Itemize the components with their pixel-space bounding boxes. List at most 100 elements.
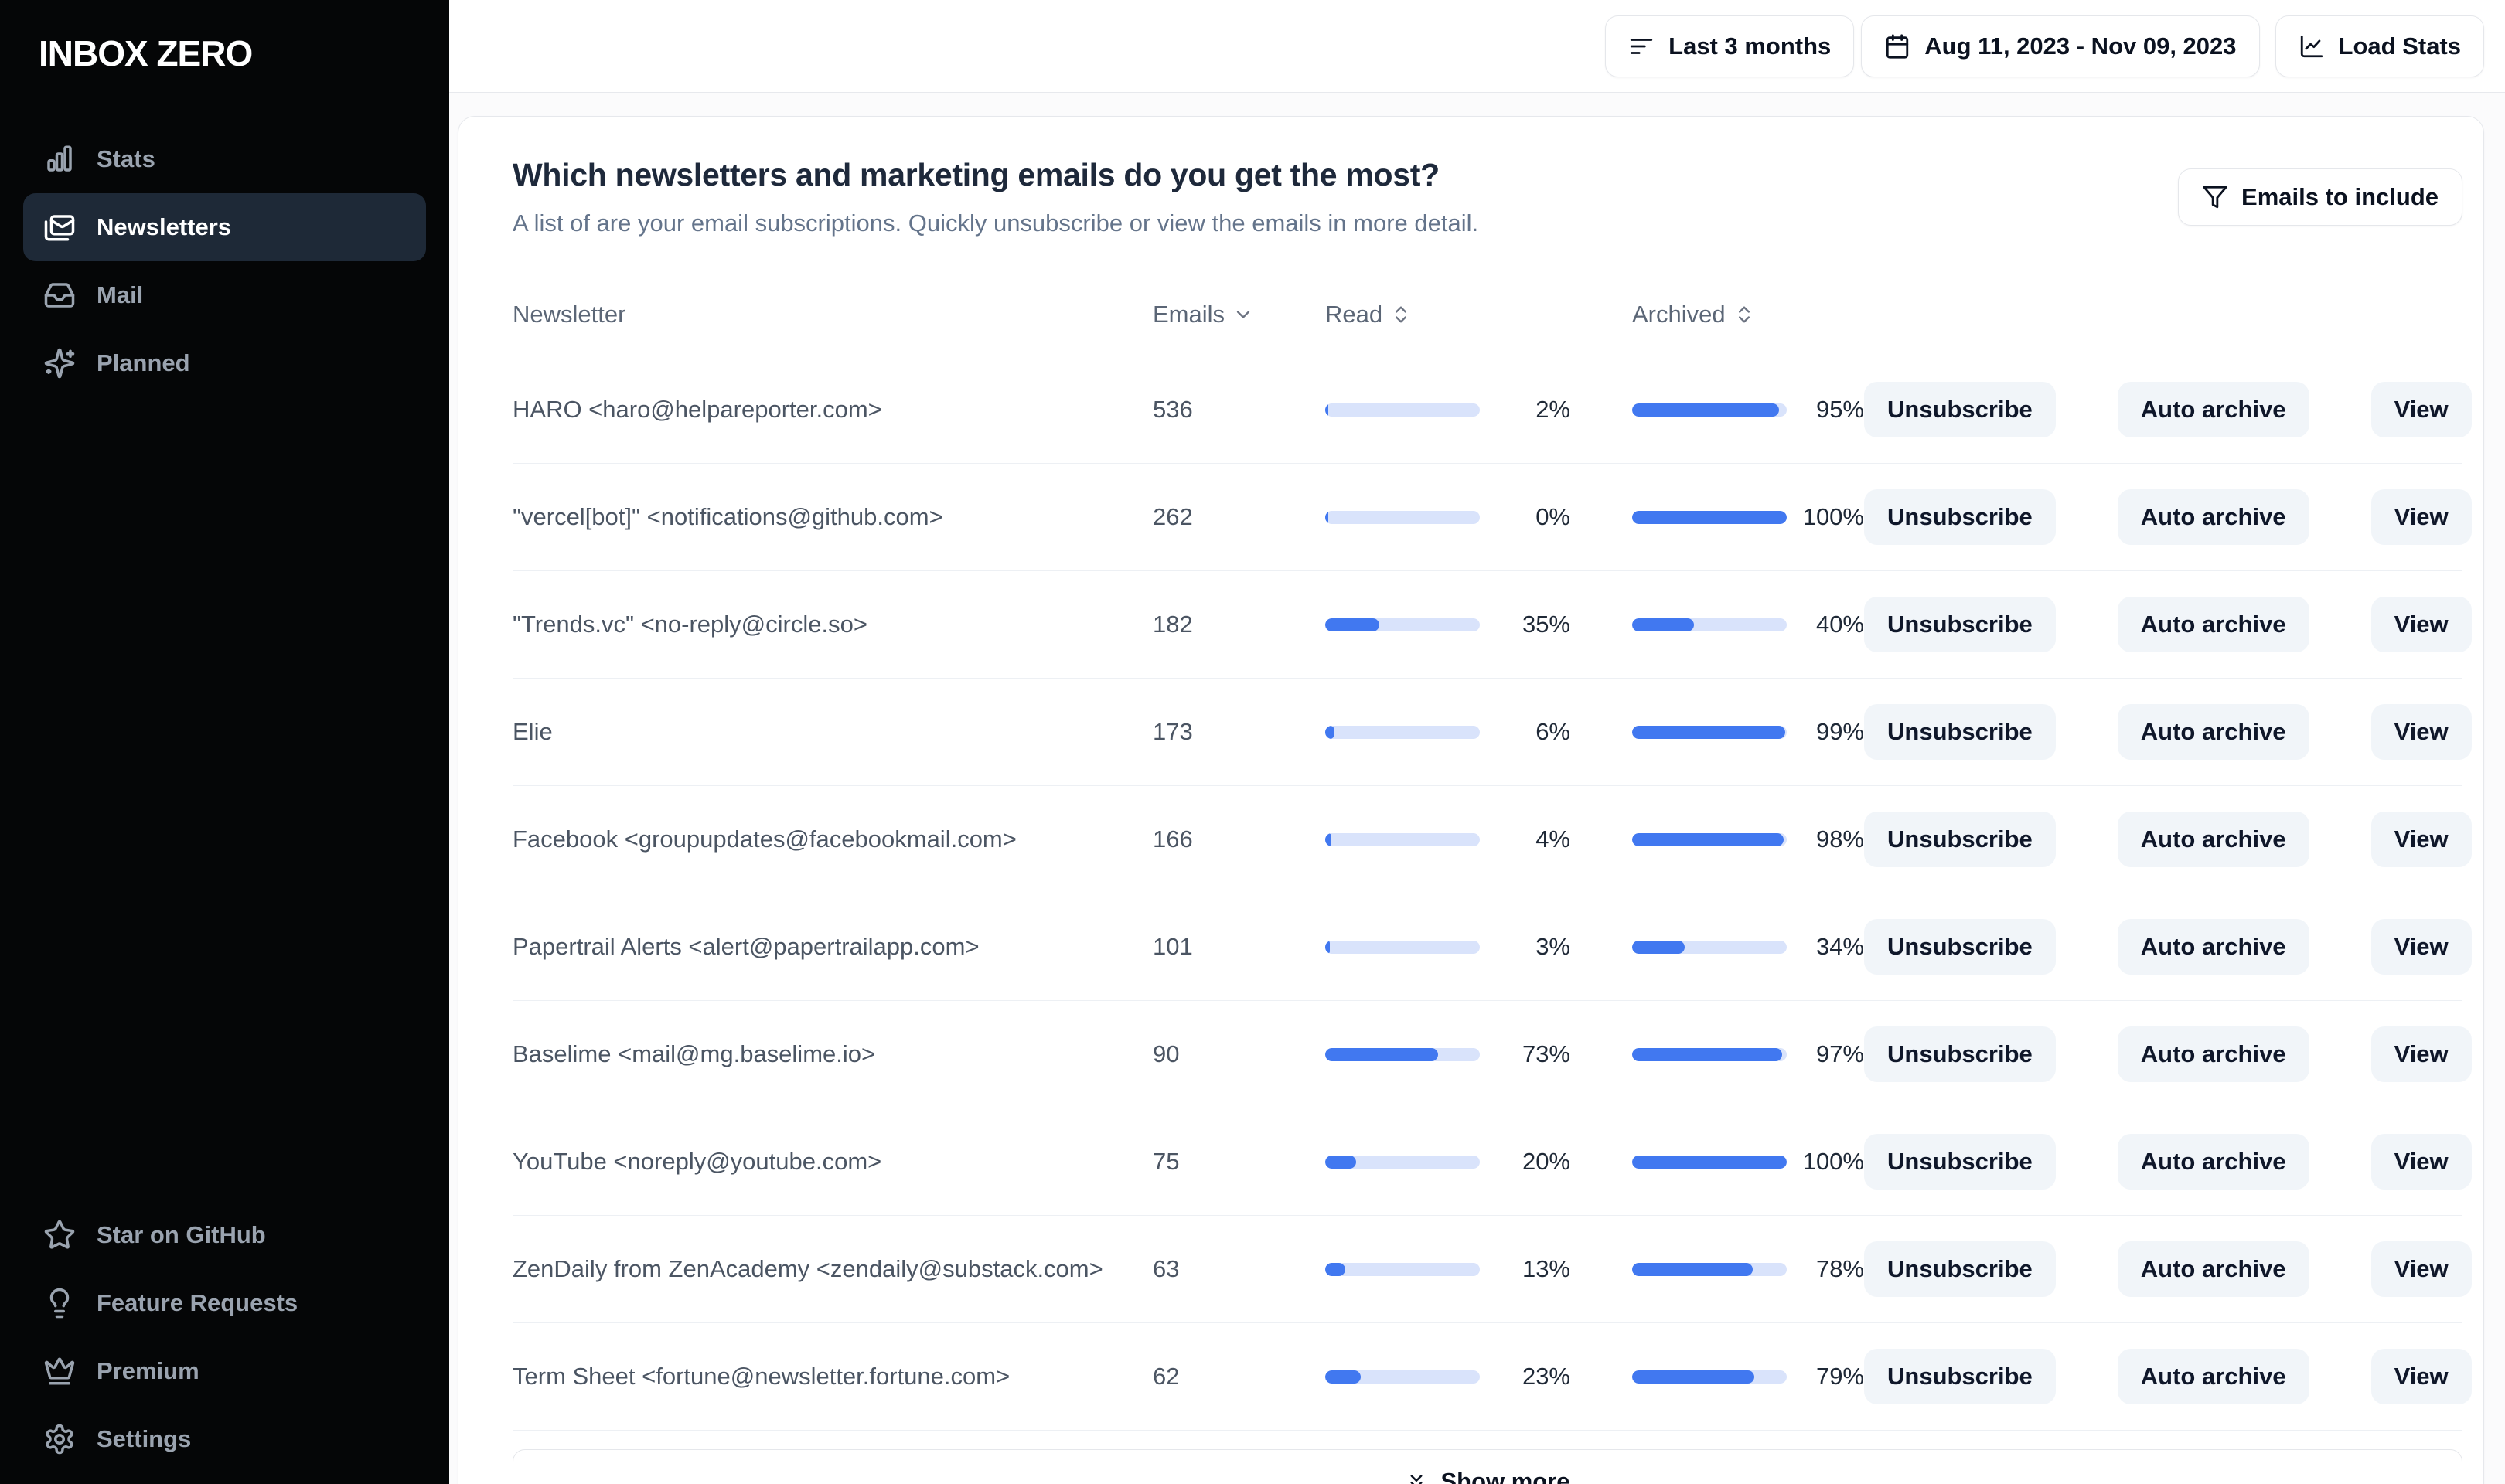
sidebar-item-star-on-github[interactable]: Star on GitHub	[23, 1201, 426, 1269]
sidebar-item-label: Feature Requests	[97, 1289, 298, 1316]
archived-progressbar	[1632, 510, 1787, 524]
column-header-emails[interactable]: Emails	[1153, 301, 1325, 328]
auto-archive-button[interactable]: Auto archive	[2117, 1349, 2309, 1404]
emails-to-include-button[interactable]: Emails to include	[2178, 168, 2462, 226]
view-button[interactable]: View	[2370, 489, 2472, 545]
archived-progressbar	[1632, 725, 1787, 739]
archived-progressbar	[1632, 1370, 1787, 1384]
crown-icon	[44, 1357, 75, 1385]
table-row: Facebook <groupupdates@facebookmail.com>…	[513, 786, 2472, 893]
sidebar-item-label: Star on GitHub	[97, 1221, 266, 1248]
view-button[interactable]: View	[2370, 1349, 2472, 1404]
read-percent: 6%	[1535, 718, 1570, 745]
view-button[interactable]: View	[2370, 919, 2472, 975]
load-stats-button[interactable]: Load Stats	[2275, 15, 2484, 77]
unsubscribe-button[interactable]: Unsubscribe	[1864, 1134, 2056, 1190]
unsubscribe-button[interactable]: Unsubscribe	[1864, 1241, 2056, 1297]
read-cell: 35%	[1325, 611, 1570, 638]
emails-count: 173	[1153, 718, 1193, 745]
chevrons-up-down-icon	[1738, 306, 1750, 323]
view-button[interactable]: View	[2370, 1026, 2472, 1082]
bar-chart-icon	[47, 145, 72, 172]
emails-count: 90	[1153, 1040, 1180, 1067]
unsubscribe-button[interactable]: Unsubscribe	[1864, 382, 2056, 437]
column-header-read[interactable]: Read	[1325, 301, 1570, 328]
emails-count: 75	[1153, 1148, 1180, 1175]
column-label: Archived	[1632, 301, 1726, 328]
table-row: Term Sheet <fortune@newsletter.fortune.c…	[513, 1323, 2472, 1431]
auto-archive-button[interactable]: Auto archive	[2117, 382, 2309, 437]
sidebar-item-newsletters[interactable]: Newsletters	[23, 193, 426, 261]
auto-archive-button[interactable]: Auto archive	[2117, 1026, 2309, 1082]
unsubscribe-button[interactable]: Unsubscribe	[1864, 919, 2056, 975]
auto-archive-button[interactable]: Auto archive	[2117, 489, 2309, 545]
unsubscribe-button[interactable]: Unsubscribe	[1864, 1026, 2056, 1082]
unsubscribe-button[interactable]: Unsubscribe	[1864, 597, 2056, 652]
view-button[interactable]: View	[2370, 597, 2472, 652]
auto-archive-button[interactable]: Auto archive	[2117, 1241, 2309, 1297]
column-label: Emails	[1153, 301, 1225, 328]
range-preset-button[interactable]: Last 3 months	[1605, 15, 1855, 77]
read-percent: 2%	[1535, 396, 1570, 423]
table-row: Elie 173 6% 99% Unsubscribe Auto archive View	[513, 679, 2472, 786]
star-icon	[44, 1220, 75, 1249]
read-cell: 4%	[1325, 825, 1570, 853]
unsubscribe-button[interactable]: Unsubscribe	[1864, 1349, 2056, 1404]
auto-archive-button[interactable]: Auto archive	[2117, 812, 2309, 867]
read-cell: 20%	[1325, 1148, 1570, 1176]
sidebar-item-planned[interactable]: Planned	[23, 329, 426, 397]
sidebar-item-label: Stats	[97, 145, 155, 172]
view-button[interactable]: View	[2370, 812, 2472, 867]
view-button[interactable]: View	[2370, 1134, 2472, 1190]
newsletter-name: "Trends.vc" <no-reply@circle.so>	[513, 611, 867, 638]
sidebar-item-premium[interactable]: Premium	[23, 1337, 426, 1405]
unsubscribe-button[interactable]: Unsubscribe	[1864, 489, 2056, 545]
archived-percent: 100%	[1802, 503, 1864, 530]
button-label: Aug 11, 2023 - Nov 09, 2023	[1924, 32, 2237, 60]
show-more-button[interactable]: Show more	[513, 1449, 2462, 1484]
page-subtitle: A list of are your email subscriptions. …	[513, 209, 1479, 237]
auto-archive-button[interactable]: Auto archive	[2117, 704, 2309, 760]
sidebar-item-feature-requests[interactable]: Feature Requests	[23, 1269, 426, 1337]
table-row: HARO <haro@helpareporter.com> 536 2% 95% Uns…	[513, 356, 2472, 464]
archived-percent: 100%	[1802, 1148, 1864, 1175]
app-logo[interactable]: INBOX ZERO	[39, 32, 449, 74]
row-actions: Unsubscribe Auto archive View	[1864, 597, 2472, 652]
date-range-button[interactable]: Aug 11, 2023 - Nov 09, 2023	[1861, 15, 2260, 77]
row-actions: Unsubscribe Auto archive View	[1864, 1134, 2472, 1190]
table-row: Papertrail Alerts <alert@papertrailapp.c…	[513, 893, 2472, 1001]
archived-percent: 97%	[1815, 1040, 1864, 1067]
read-progressbar	[1325, 1370, 1480, 1384]
view-button[interactable]: View	[2370, 1241, 2472, 1297]
sidebar-item-mail[interactable]: Mail	[23, 261, 426, 329]
read-progressbar	[1325, 832, 1480, 846]
auto-archive-button[interactable]: Auto archive	[2117, 919, 2309, 975]
content-area: Which newsletters and marketing emails d…	[449, 93, 2505, 1484]
column-header-archived[interactable]: Archived	[1632, 301, 1864, 328]
sidebar-item-stats[interactable]: Stats	[23, 125, 426, 193]
inbox-icon	[44, 283, 75, 308]
chevrons-up-down-icon	[1396, 306, 1407, 323]
sidebar-item-settings[interactable]: Settings	[23, 1405, 426, 1473]
row-actions: Unsubscribe Auto archive View	[1864, 1026, 2472, 1082]
archived-cell: 79%	[1632, 1363, 1864, 1390]
unsubscribe-button[interactable]: Unsubscribe	[1864, 812, 2056, 867]
chevron-down-icon	[1236, 311, 1250, 318]
column-header-newsletter[interactable]: Newsletter	[513, 301, 1153, 328]
archived-cell: 98%	[1632, 825, 1864, 853]
view-button[interactable]: View	[2370, 704, 2472, 760]
unsubscribe-button[interactable]: Unsubscribe	[1864, 704, 2056, 760]
view-button[interactable]: View	[2370, 382, 2472, 437]
row-actions: Unsubscribe Auto archive View	[1864, 1241, 2472, 1297]
archived-percent: 98%	[1815, 825, 1864, 853]
archived-percent: 40%	[1815, 611, 1864, 638]
auto-archive-button[interactable]: Auto archive	[2117, 597, 2309, 652]
archived-progressbar	[1632, 1155, 1787, 1169]
read-cell: 73%	[1325, 1040, 1570, 1068]
archived-percent: 34%	[1815, 933, 1864, 960]
auto-archive-button[interactable]: Auto archive	[2117, 1134, 2309, 1190]
newsletter-name: "vercel[bot]" <notifications@github.com>	[513, 503, 943, 530]
table-row: "Trends.vc" <no-reply@circle.so> 182 35% 40…	[513, 571, 2472, 679]
table-header-row: Newsletter Emails Read Archived	[513, 291, 2462, 338]
